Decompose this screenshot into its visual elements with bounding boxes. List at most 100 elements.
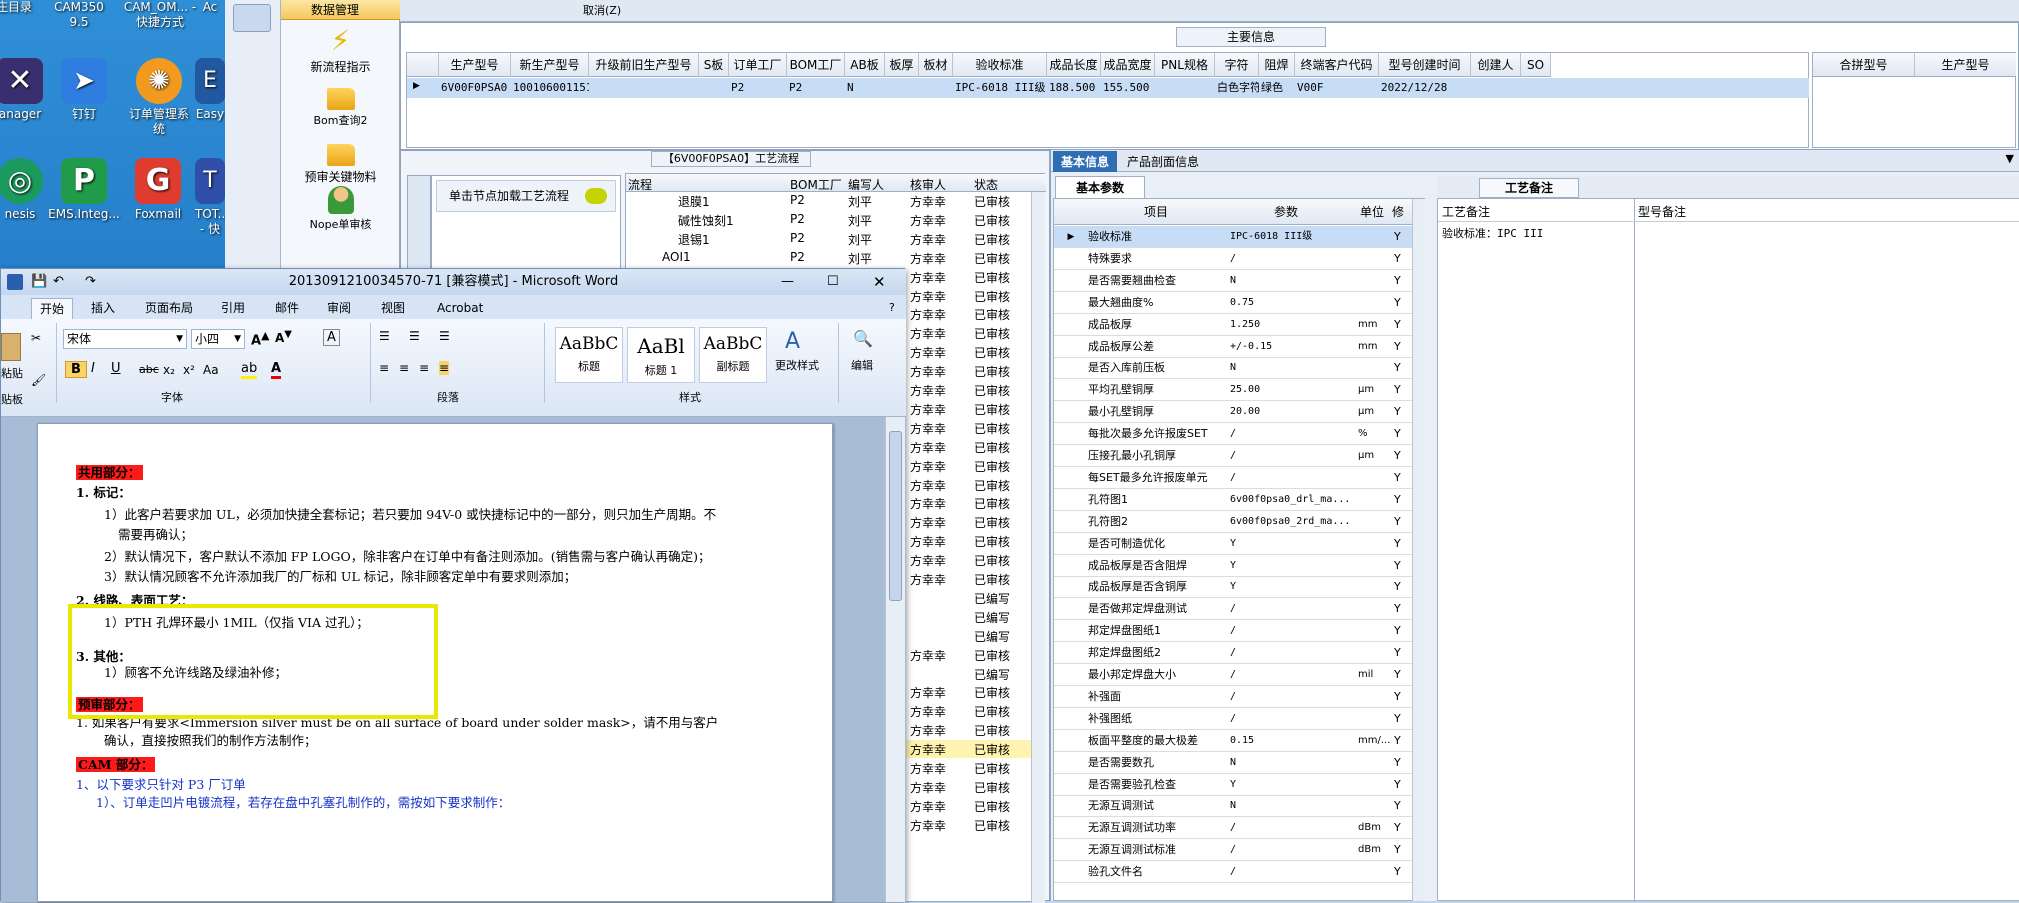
param-modify[interactable]: Y: [1394, 423, 1410, 445]
param-modify[interactable]: Y: [1394, 445, 1410, 467]
highlight-icon[interactable]: ab: [241, 361, 258, 379]
cell-14[interactable]: 绿色: [1259, 78, 1295, 98]
cell-9[interactable]: IPC-6018 III级: [953, 78, 1047, 98]
col-9[interactable]: 验收标准: [953, 53, 1047, 77]
cell-5[interactable]: P2: [787, 78, 845, 98]
param-value[interactable]: /: [1230, 642, 1358, 664]
desktop-icon-top-1[interactable]: 庄目录: [0, 0, 48, 15]
nav-item-bom-query[interactable]: Bom查询2: [281, 84, 400, 128]
change-case-button[interactable]: Aa: [203, 363, 219, 377]
param-modify[interactable]: Y: [1394, 752, 1410, 774]
desktop-icon-order-system[interactable]: ✺ 订单管理系统: [124, 58, 194, 137]
param-value[interactable]: 6v00f0psa0_drl_ma...: [1230, 489, 1358, 511]
param-modify[interactable]: Y: [1394, 511, 1410, 533]
param-value[interactable]: Y: [1230, 576, 1358, 598]
flow-name[interactable]: AOI1: [662, 250, 691, 264]
param-modify[interactable]: Y: [1394, 292, 1410, 314]
col-merge-model[interactable]: 合拼型号: [1813, 53, 1915, 77]
param-row[interactable]: 邦定焊盘图纸1/Y: [1054, 620, 1412, 643]
param-value[interactable]: 20.00: [1230, 401, 1358, 423]
find-icon[interactable]: 🔍: [853, 329, 873, 348]
col-4[interactable]: 订单工厂: [729, 53, 787, 77]
superscript-button[interactable]: x²: [183, 363, 195, 377]
multilevel-list-icon[interactable]: ☰: [439, 329, 450, 343]
edit-label[interactable]: 编辑: [851, 357, 873, 373]
strikethrough-button[interactable]: abc: [139, 363, 159, 376]
param-modify[interactable]: Y: [1394, 708, 1410, 730]
param-modify[interactable]: Y: [1394, 533, 1410, 555]
param-modify[interactable]: Y: [1394, 686, 1410, 708]
param-value[interactable]: /: [1230, 708, 1358, 730]
tab-basic-params[interactable]: 基本参数: [1055, 176, 1145, 198]
tab-6[interactable]: 视图: [373, 298, 413, 318]
char-border-icon[interactable]: A: [323, 329, 340, 346]
col-12[interactable]: PNL规格: [1155, 53, 1215, 77]
param-value[interactable]: Y: [1230, 555, 1358, 577]
desktop-icon-foxmail[interactable]: G Foxmail: [124, 158, 192, 222]
tab-2[interactable]: 页面布局: [137, 298, 201, 318]
col-3[interactable]: S板: [699, 53, 729, 77]
help-icon[interactable]: ?: [881, 298, 903, 318]
param-row[interactable]: 最大翘曲度% 0.75 Y: [1054, 292, 1412, 314]
param-modify[interactable]: Y: [1394, 861, 1410, 883]
nav-item-new-flow[interactable]: ⚡ 新流程指示: [281, 26, 400, 75]
nav-item-key-material[interactable]: 预审关键物料: [281, 140, 400, 185]
desktop-icon-manager[interactable]: ✕ anager: [0, 58, 54, 122]
param-modify[interactable]: Y: [1394, 730, 1410, 752]
param-modify[interactable]: Y: [1394, 642, 1410, 664]
bullets-icon[interactable]: ☰: [379, 329, 390, 343]
tab-section-info[interactable]: 产品剖面信息: [1127, 153, 1199, 170]
bike-icon[interactable]: [233, 4, 271, 32]
param-row[interactable]: 平均孔壁铜厚 25.00 μm Y: [1054, 379, 1412, 402]
param-modify[interactable]: Y: [1394, 467, 1410, 489]
param-modify[interactable]: Y: [1394, 839, 1410, 861]
tab-process-remark[interactable]: 工艺备注: [1479, 178, 1579, 198]
format-painter-icon[interactable]: 🖌: [31, 373, 46, 387]
param-modify[interactable]: Y: [1394, 226, 1410, 248]
style-0[interactable]: AaBbC 标题: [555, 327, 623, 383]
param-row[interactable]: 孔符图1 6v00f0psa0_drl_ma... Y: [1054, 489, 1412, 511]
col-5[interactable]: BOM工厂: [787, 53, 845, 77]
param-row[interactable]: 成品板厚公差 +/-0.15 mm Y: [1054, 336, 1412, 358]
param-value[interactable]: N: [1230, 357, 1358, 379]
cell-6[interactable]: N: [845, 78, 885, 98]
param-value[interactable]: /: [1230, 839, 1358, 861]
param-modify[interactable]: Y: [1394, 270, 1410, 292]
param-value[interactable]: 1.250: [1230, 314, 1358, 336]
param-value[interactable]: /: [1230, 248, 1358, 270]
param-value[interactable]: /: [1230, 620, 1358, 642]
params-scrollbar[interactable]: [1412, 199, 1425, 901]
desktop-icon-easy[interactable]: E Easy: [195, 58, 225, 122]
cut-icon[interactable]: ✂: [31, 331, 41, 345]
col-8[interactable]: 板材: [919, 53, 953, 77]
cell-16[interactable]: 2022/12/28: [1379, 78, 1471, 98]
tab-5[interactable]: 审阅: [319, 298, 359, 318]
col-process-remark[interactable]: 工艺备注: [1442, 203, 1490, 220]
param-row[interactable]: 验孔文件名 / Y: [1054, 861, 1412, 884]
maximize-icon[interactable]: ☐: [827, 269, 839, 295]
tab-0[interactable]: 开始: [31, 298, 74, 319]
param-row[interactable]: 特殊要求 / Y: [1054, 248, 1412, 270]
param-value[interactable]: /: [1230, 423, 1358, 445]
param-modify[interactable]: Y: [1394, 664, 1410, 686]
flow-name[interactable]: 退膜1: [678, 193, 710, 210]
close-icon[interactable]: ✕: [873, 269, 886, 295]
desktop-icon-dingtalk[interactable]: ➤ 钉钉: [50, 58, 118, 122]
param-value[interactable]: N: [1230, 270, 1358, 292]
document-scrollbar[interactable]: [885, 417, 905, 902]
param-modify[interactable]: Y: [1394, 620, 1410, 642]
param-row[interactable]: 是否需要数孔 N Y: [1054, 752, 1412, 774]
nav-item-nope-review[interactable]: Nope单审核: [281, 186, 400, 232]
param-modify[interactable]: Y: [1394, 598, 1410, 620]
bold-button[interactable]: B: [65, 361, 87, 378]
param-value[interactable]: 25.00: [1230, 379, 1358, 401]
flow-scrollbar[interactable]: [1031, 192, 1045, 903]
style-1[interactable]: AaBl 标题 1: [627, 327, 695, 383]
param-row[interactable]: 无源互调测试 N Y: [1054, 795, 1412, 818]
param-modify[interactable]: Y: [1394, 336, 1410, 358]
load-flow-hint[interactable]: 单击节点加载工艺流程: [436, 180, 616, 212]
param-row[interactable]: 补强面 / Y: [1054, 686, 1412, 708]
param-row[interactable]: 是否做邦定焊盘测试 / Y: [1054, 598, 1412, 621]
param-modify[interactable]: Y: [1394, 817, 1410, 839]
paste-label[interactable]: 粘贴: [1, 365, 23, 381]
